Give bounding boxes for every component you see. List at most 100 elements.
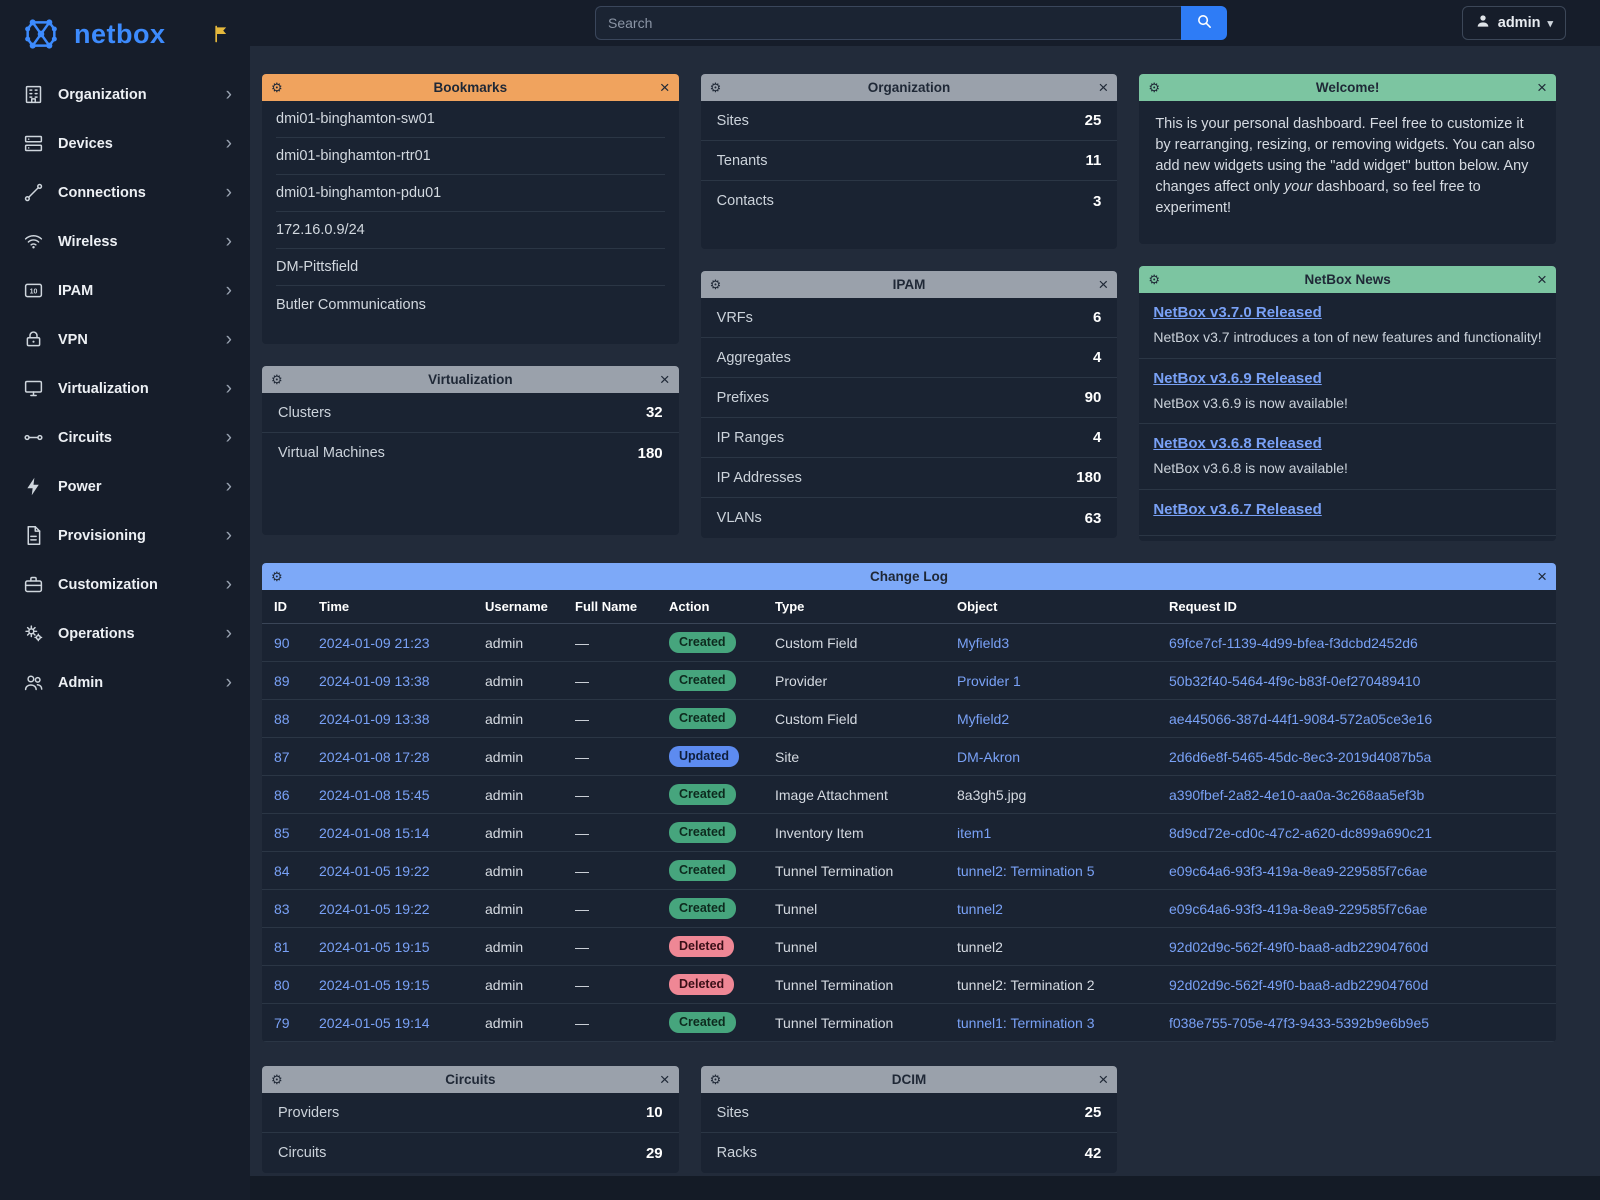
changelog-object-link[interactable]: tunnel2: Termination 5: [957, 863, 1095, 879]
sidebar-item-customization[interactable]: Customization ›: [0, 560, 250, 609]
changelog-object-link[interactable]: Provider 1: [957, 673, 1021, 689]
changelog-time-link[interactable]: 2024-01-05 19:22: [319, 863, 430, 879]
sidebar-item-organization[interactable]: Organization ›: [0, 70, 250, 119]
changelog-request-id-link[interactable]: e09c64a6-93f3-419a-8ea9-229585f7c6ae: [1169, 863, 1427, 879]
close-icon[interactable]: ×: [660, 1071, 670, 1088]
stat-row[interactable]: Aggregates 4: [701, 338, 1118, 378]
stat-row[interactable]: Tenants 11: [701, 141, 1118, 181]
user-menu-button[interactable]: admin ▾: [1462, 6, 1566, 40]
close-icon[interactable]: ×: [660, 79, 670, 96]
bookmark-item[interactable]: 172.16.0.9/24: [276, 212, 665, 249]
search-button[interactable]: [1181, 6, 1227, 40]
changelog-time-link[interactable]: 2024-01-08 15:14: [319, 825, 430, 841]
sidebar-item-provisioning[interactable]: Provisioning ›: [0, 511, 250, 560]
close-icon[interactable]: ×: [1098, 1071, 1108, 1088]
changelog-id-link[interactable]: 79: [274, 1015, 290, 1031]
stat-row[interactable]: Providers 10: [262, 1093, 679, 1133]
sidebar-item-admin[interactable]: Admin ›: [0, 658, 250, 707]
changelog-request-id-link[interactable]: 92d02d9c-562f-49f0-baa8-adb22904760d: [1169, 939, 1428, 955]
gear-icon[interactable]: ⚙: [1148, 272, 1160, 288]
search-input[interactable]: [595, 6, 1181, 40]
sidebar-item-virtualization[interactable]: Virtualization ›: [0, 364, 250, 413]
netbox-logo[interactable]: netbox: [0, 0, 250, 70]
bookmark-item[interactable]: Butler Communications: [276, 286, 665, 323]
changelog-id-link[interactable]: 80: [274, 977, 290, 993]
changelog-id-link[interactable]: 85: [274, 825, 290, 841]
news-title-link[interactable]: NetBox v3.7.0 Released: [1153, 304, 1321, 321]
changelog-time-link[interactable]: 2024-01-05 19:22: [319, 901, 430, 917]
changelog-request-id-link[interactable]: e09c64a6-93f3-419a-8ea9-229585f7c6ae: [1169, 901, 1427, 917]
changelog-object-link[interactable]: tunnel2: [957, 939, 1003, 955]
changelog-time-link[interactable]: 2024-01-05 19:14: [319, 1015, 430, 1031]
bookmark-item[interactable]: dmi01-binghamton-rtr01: [276, 138, 665, 175]
sidebar-item-vpn[interactable]: VPN ›: [0, 315, 250, 364]
changelog-request-id-link[interactable]: 2d6d6e8f-5465-45dc-8ec3-2019d4087b5a: [1169, 749, 1431, 765]
sidebar-item-circuits[interactable]: Circuits ›: [0, 413, 250, 462]
changelog-id-link[interactable]: 86: [274, 787, 290, 803]
changelog-object-link[interactable]: item1: [957, 825, 991, 841]
stat-row[interactable]: Prefixes 90: [701, 378, 1118, 418]
gear-icon[interactable]: ⚙: [710, 80, 722, 96]
close-icon[interactable]: ×: [1537, 271, 1547, 288]
stat-row[interactable]: Sites 25: [701, 101, 1118, 141]
changelog-time-link[interactable]: 2024-01-05 19:15: [319, 939, 430, 955]
changelog-time-link[interactable]: 2024-01-05 19:15: [319, 977, 430, 993]
sidebar-item-wireless[interactable]: Wireless ›: [0, 217, 250, 266]
changelog-request-id-link[interactable]: f038e755-705e-47f3-9433-5392b9e6b9e5: [1169, 1015, 1429, 1031]
changelog-request-id-link[interactable]: a390fbef-2a82-4e10-aa0a-3c268aa5ef3b: [1169, 787, 1424, 803]
close-icon[interactable]: ×: [1537, 79, 1547, 96]
changelog-request-id-link[interactable]: 92d02d9c-562f-49f0-baa8-adb22904760d: [1169, 977, 1428, 993]
changelog-request-id-link[interactable]: 50b32f40-5464-4f9c-b83f-0ef270489410: [1169, 673, 1420, 689]
changelog-id-link[interactable]: 89: [274, 673, 290, 689]
stat-row[interactable]: Sites 25: [701, 1093, 1118, 1133]
stat-row[interactable]: Clusters 32: [262, 393, 679, 433]
sidebar-item-ipam[interactable]: 10 IPAM ›: [0, 266, 250, 315]
changelog-request-id-link[interactable]: 8d9cd72e-cd0c-47c2-a620-dc899a690c21: [1169, 825, 1432, 841]
changelog-time-link[interactable]: 2024-01-08 15:45: [319, 787, 430, 803]
news-title-link[interactable]: NetBox v3.6.7 Released: [1153, 501, 1321, 518]
close-icon[interactable]: ×: [1098, 79, 1108, 96]
stat-row[interactable]: Contacts 3: [701, 181, 1118, 221]
sidebar-item-power[interactable]: Power ›: [0, 462, 250, 511]
changelog-object-link[interactable]: tunnel2: Termination 2: [957, 977, 1095, 993]
close-icon[interactable]: ×: [1537, 568, 1547, 585]
changelog-object-link[interactable]: tunnel2: [957, 901, 1003, 917]
changelog-object-link[interactable]: DM-Akron: [957, 749, 1020, 765]
close-icon[interactable]: ×: [1098, 276, 1108, 293]
flag-icon[interactable]: [212, 24, 232, 44]
stat-row[interactable]: VLANs 63: [701, 498, 1118, 538]
news-title-link[interactable]: NetBox v3.6.8 Released: [1153, 435, 1321, 452]
gear-icon[interactable]: ⚙: [271, 1072, 283, 1088]
changelog-request-id-link[interactable]: 69fce7cf-1139-4d99-bfea-f3dcbd2452d6: [1169, 635, 1418, 651]
changelog-object-link[interactable]: tunnel1: Termination 3: [957, 1015, 1095, 1031]
stat-row[interactable]: Racks 42: [701, 1133, 1118, 1173]
sidebar-item-connections[interactable]: Connections ›: [0, 168, 250, 217]
changelog-id-link[interactable]: 87: [274, 749, 290, 765]
stat-row[interactable]: IP Ranges 4: [701, 418, 1118, 458]
gear-icon[interactable]: ⚙: [710, 277, 722, 293]
stat-row[interactable]: IP Addresses 180: [701, 458, 1118, 498]
changelog-id-link[interactable]: 83: [274, 901, 290, 917]
close-icon[interactable]: ×: [660, 371, 670, 388]
changelog-id-link[interactable]: 84: [274, 863, 290, 879]
stat-row[interactable]: Circuits 29: [262, 1133, 679, 1173]
changelog-id-link[interactable]: 90: [274, 635, 290, 651]
bookmark-item[interactable]: dmi01-binghamton-sw01: [276, 101, 665, 138]
news-title-link[interactable]: NetBox v3.6.9 Released: [1153, 370, 1321, 387]
changelog-id-link[interactable]: 88: [274, 711, 290, 727]
changelog-object-link[interactable]: 8a3gh5.jpg: [957, 787, 1026, 803]
gear-icon[interactable]: ⚙: [271, 372, 283, 388]
changelog-id-link[interactable]: 81: [274, 939, 290, 955]
changelog-time-link[interactable]: 2024-01-09 13:38: [319, 673, 430, 689]
stat-row[interactable]: VRFs 6: [701, 298, 1118, 338]
changelog-object-link[interactable]: Myfield2: [957, 711, 1009, 727]
changelog-object-link[interactable]: Myfield3: [957, 635, 1009, 651]
gear-icon[interactable]: ⚙: [1148, 80, 1160, 96]
bookmark-item[interactable]: dmi01-binghamton-pdu01: [276, 175, 665, 212]
gear-icon[interactable]: ⚙: [710, 1072, 722, 1088]
changelog-time-link[interactable]: 2024-01-08 17:28: [319, 749, 430, 765]
sidebar-item-devices[interactable]: Devices ›: [0, 119, 250, 168]
changelog-request-id-link[interactable]: ae445066-387d-44f1-9084-572a05ce3e16: [1169, 711, 1432, 727]
gear-icon[interactable]: ⚙: [271, 80, 283, 96]
changelog-time-link[interactable]: 2024-01-09 13:38: [319, 711, 430, 727]
